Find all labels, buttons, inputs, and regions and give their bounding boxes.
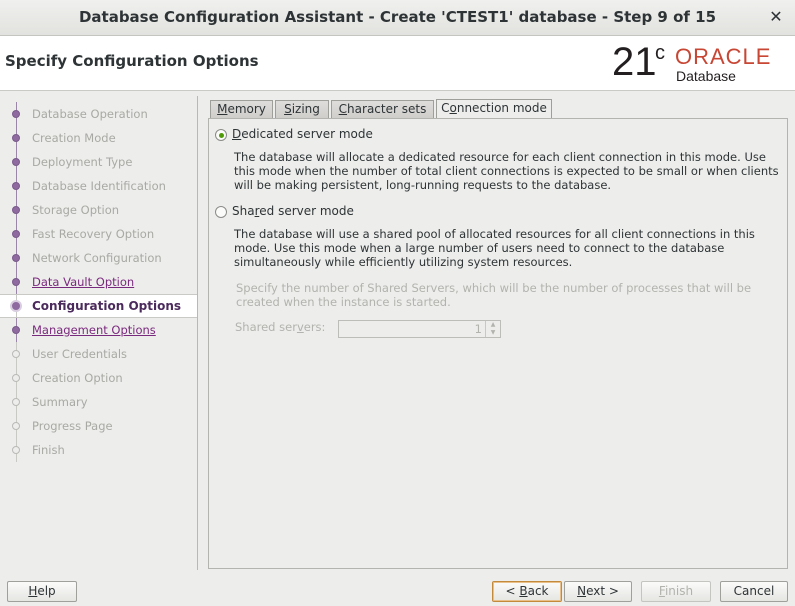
step-user-credentials: User Credentials (0, 342, 197, 366)
step-database-operation: Database Operation (0, 102, 197, 126)
page-header: Specify Configuration Options 21 c ORACL… (0, 36, 795, 91)
step-label: Storage Option (32, 203, 120, 217)
shared-servers-value: 1 (474, 322, 482, 336)
step-label[interactable]: Data Vault Option (32, 275, 134, 289)
shared-server-description: The database will use a shared pool of a… (234, 227, 755, 269)
step-label[interactable]: Management Options (32, 323, 156, 337)
step-label: Configuration Options (32, 299, 182, 313)
tab-connection-mode[interactable]: Connection mode (436, 99, 552, 119)
step-creation-mode: Creation Mode (0, 126, 197, 150)
step-dot-icon (12, 374, 20, 382)
shared-server-label[interactable]: Shared server mode (232, 204, 354, 218)
step-dot-icon (12, 326, 20, 334)
step-dot-icon (12, 278, 20, 286)
step-dot-icon (12, 446, 20, 454)
back-button[interactable]: < Back (492, 581, 562, 602)
step-dot-icon (12, 206, 20, 214)
page-title: Specify Configuration Options (5, 52, 259, 70)
step-summary: Summary (0, 390, 197, 414)
step-dot-icon (12, 134, 20, 142)
tab-memory[interactable]: Memory (210, 100, 273, 118)
oracle-logo: 21 c ORACLE Database (612, 40, 792, 86)
step-dot-icon (12, 398, 20, 406)
step-dot-icon (12, 110, 20, 118)
shared-server-radio[interactable] (215, 206, 227, 218)
step-label: Finish (32, 443, 65, 457)
step-finish: Finish (0, 438, 197, 462)
tab-sizing[interactable]: Sizing (275, 100, 329, 118)
step-deployment-type: Deployment Type (0, 150, 197, 174)
shared-servers-stepper[interactable]: 1 ▲ ▼ (338, 320, 501, 338)
dedicated-server-radio[interactable] (215, 129, 227, 141)
logo-brand: ORACLE (675, 44, 772, 69)
logo-version: 21 (612, 40, 657, 84)
step-label: Network Configuration (32, 251, 162, 265)
step-management-options[interactable]: Management Options (0, 318, 197, 342)
step-label: Database Identification (32, 179, 166, 193)
next-button[interactable]: Next > (564, 581, 632, 602)
step-label: Creation Option (32, 371, 123, 385)
step-storage-option: Storage Option (0, 198, 197, 222)
step-progress-page: Progress Page (0, 414, 197, 438)
step-dot-icon (12, 350, 20, 358)
step-dot-icon (10, 300, 22, 312)
finish-button[interactable]: Finish (641, 581, 711, 602)
cancel-button[interactable]: Cancel (720, 581, 788, 602)
step-dot-icon (12, 422, 20, 430)
step-dot-icon (12, 158, 20, 166)
shared-servers-note: Specify the number of Shared Servers, wh… (236, 281, 752, 309)
step-fast-recovery-option: Fast Recovery Option (0, 222, 197, 246)
step-database-identification: Database Identification (0, 174, 197, 198)
step-label: Summary (32, 395, 88, 409)
step-label: Creation Mode (32, 131, 116, 145)
spinner-up-icon[interactable]: ▲ (486, 321, 500, 329)
close-icon[interactable]: ✕ (767, 7, 785, 26)
step-label: Progress Page (32, 419, 113, 433)
step-configuration-options: Configuration Options (0, 294, 197, 319)
step-dot-icon (12, 182, 20, 190)
step-label: Deployment Type (32, 155, 133, 169)
tab-character-sets[interactable]: Character sets (331, 100, 434, 118)
step-label: Database Operation (32, 107, 148, 121)
title-bar: Database Configuration Assistant - Creat… (0, 0, 795, 36)
dedicated-server-description: The database will allocate a dedicated r… (234, 150, 779, 192)
shared-servers-label: Shared servers: (235, 320, 326, 334)
window-title: Database Configuration Assistant - Creat… (78, 8, 717, 26)
steps-panel: Database Operation Creation Mode Deploym… (0, 96, 198, 570)
spinner-down-icon[interactable]: ▼ (486, 329, 500, 337)
step-label: Fast Recovery Option (32, 227, 155, 241)
step-data-vault-option[interactable]: Data Vault Option (0, 270, 197, 294)
step-label: User Credentials (32, 347, 128, 361)
logo-superscript: c (655, 42, 665, 64)
step-dot-icon (12, 254, 20, 262)
step-network-configuration: Network Configuration (0, 246, 197, 270)
dedicated-server-label[interactable]: Dedicated server mode (232, 127, 373, 141)
logo-product: Database (676, 68, 736, 84)
step-creation-option: Creation Option (0, 366, 197, 390)
step-dot-icon (12, 230, 20, 238)
help-button[interactable]: Help (7, 581, 77, 602)
